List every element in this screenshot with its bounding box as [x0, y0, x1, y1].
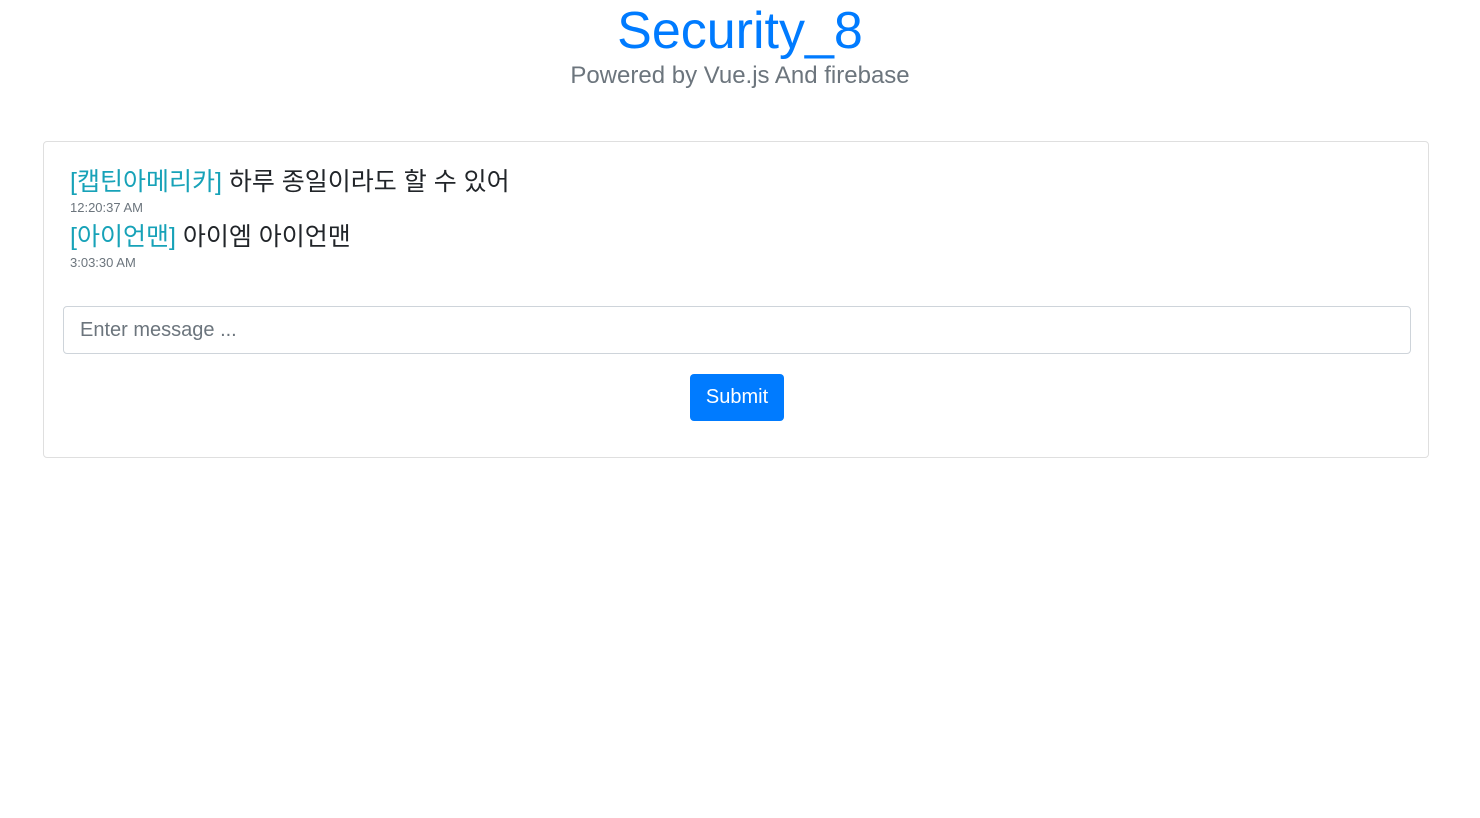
chat-card: [캡틴아메리카] 하루 종일이라도 할 수 있어 12:20:37 AM [아이…: [43, 141, 1429, 458]
message-line: [아이언맨] 아이엠 아이언맨: [70, 221, 1408, 253]
message-author: [캡틴아메리카]: [70, 168, 222, 196]
message-timestamp: 12:20:37 AM: [70, 200, 143, 215]
page-title: Security_8: [617, 2, 863, 60]
message-timestamp: 3:03:30 AM: [70, 255, 136, 270]
message-list: [캡틴아메리카] 하루 종일이라도 할 수 있어 12:20:37 AM [아이…: [70, 166, 1408, 276]
page-header: Security_8 Powered by Vue.js And firebas…: [0, 0, 1480, 92]
message-input[interactable]: [63, 306, 1411, 354]
message-text: 아이엠 아이언맨: [182, 223, 351, 251]
message-item: [아이언맨] 아이엠 아이언맨 3:03:30 AM: [70, 221, 1408, 272]
message-text: 하루 종일이라도 할 수 있어: [228, 168, 510, 196]
message-author: [아이언맨]: [70, 223, 176, 251]
page-subtitle: Powered by Vue.js And firebase: [570, 62, 910, 89]
message-line: [캡틴아메리카] 하루 종일이라도 할 수 있어: [70, 166, 1408, 198]
message-item: [캡틴아메리카] 하루 종일이라도 할 수 있어 12:20:37 AM: [70, 166, 1408, 217]
submit-button[interactable]: Submit: [690, 374, 784, 421]
